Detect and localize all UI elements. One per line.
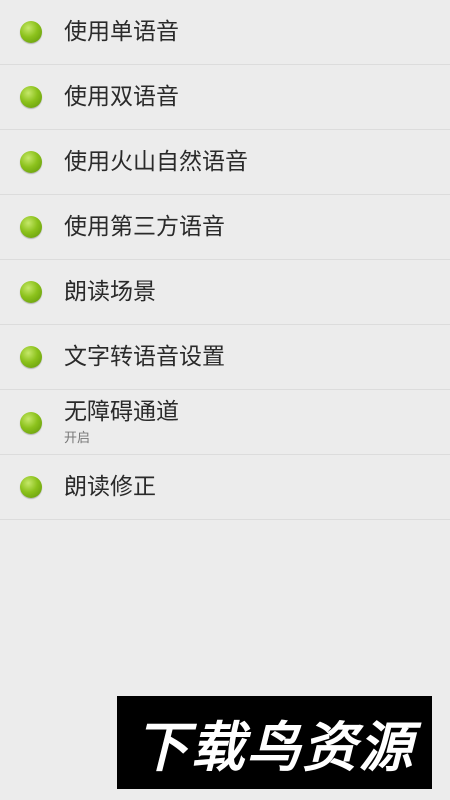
green-dot-icon [20,216,42,238]
list-item-label: 使用单语音 [64,19,179,45]
list-item-label: 使用双语音 [64,84,179,110]
watermark-text: 下载鸟资源 [134,716,415,779]
green-dot-icon [20,281,42,303]
list-item-reading-correction[interactable]: 朗读修正 [0,455,450,520]
green-dot-icon [20,412,42,434]
green-dot-icon [20,476,42,498]
list-item-label: 无障碍通道 [64,399,179,425]
list-item-reading-scene[interactable]: 朗读场景 [0,260,450,325]
list-item-status: 开启 [64,431,91,446]
green-dot-icon [20,86,42,108]
list-item-dual-voice[interactable]: 使用双语音 [0,65,450,130]
green-dot-icon [20,346,42,368]
list-item-label: 文字转语音设置 [64,344,225,370]
list-item-label: 使用火山自然语音 [64,149,248,175]
green-dot-icon [20,151,42,173]
settings-list: 使用单语音 使用双语音 使用火山自然语音 使用第三方语音 朗读场景 文字转语音设… [0,0,450,520]
green-dot-icon [20,21,42,43]
list-item-tts-settings[interactable]: 文字转语音设置 [0,325,450,390]
list-item-single-voice[interactable]: 使用单语音 [0,0,450,65]
watermark-logo: 下载鸟资源 [117,696,432,789]
list-item-label: 朗读场景 [64,279,156,305]
list-item-label: 使用第三方语音 [64,214,225,240]
list-item-accessibility[interactable]: 无障碍通道 开启 [0,390,450,455]
list-item-label: 朗读修正 [64,474,156,500]
list-item-third-party-voice[interactable]: 使用第三方语音 [0,195,450,260]
list-item-volcano-natural-voice[interactable]: 使用火山自然语音 [0,130,450,195]
